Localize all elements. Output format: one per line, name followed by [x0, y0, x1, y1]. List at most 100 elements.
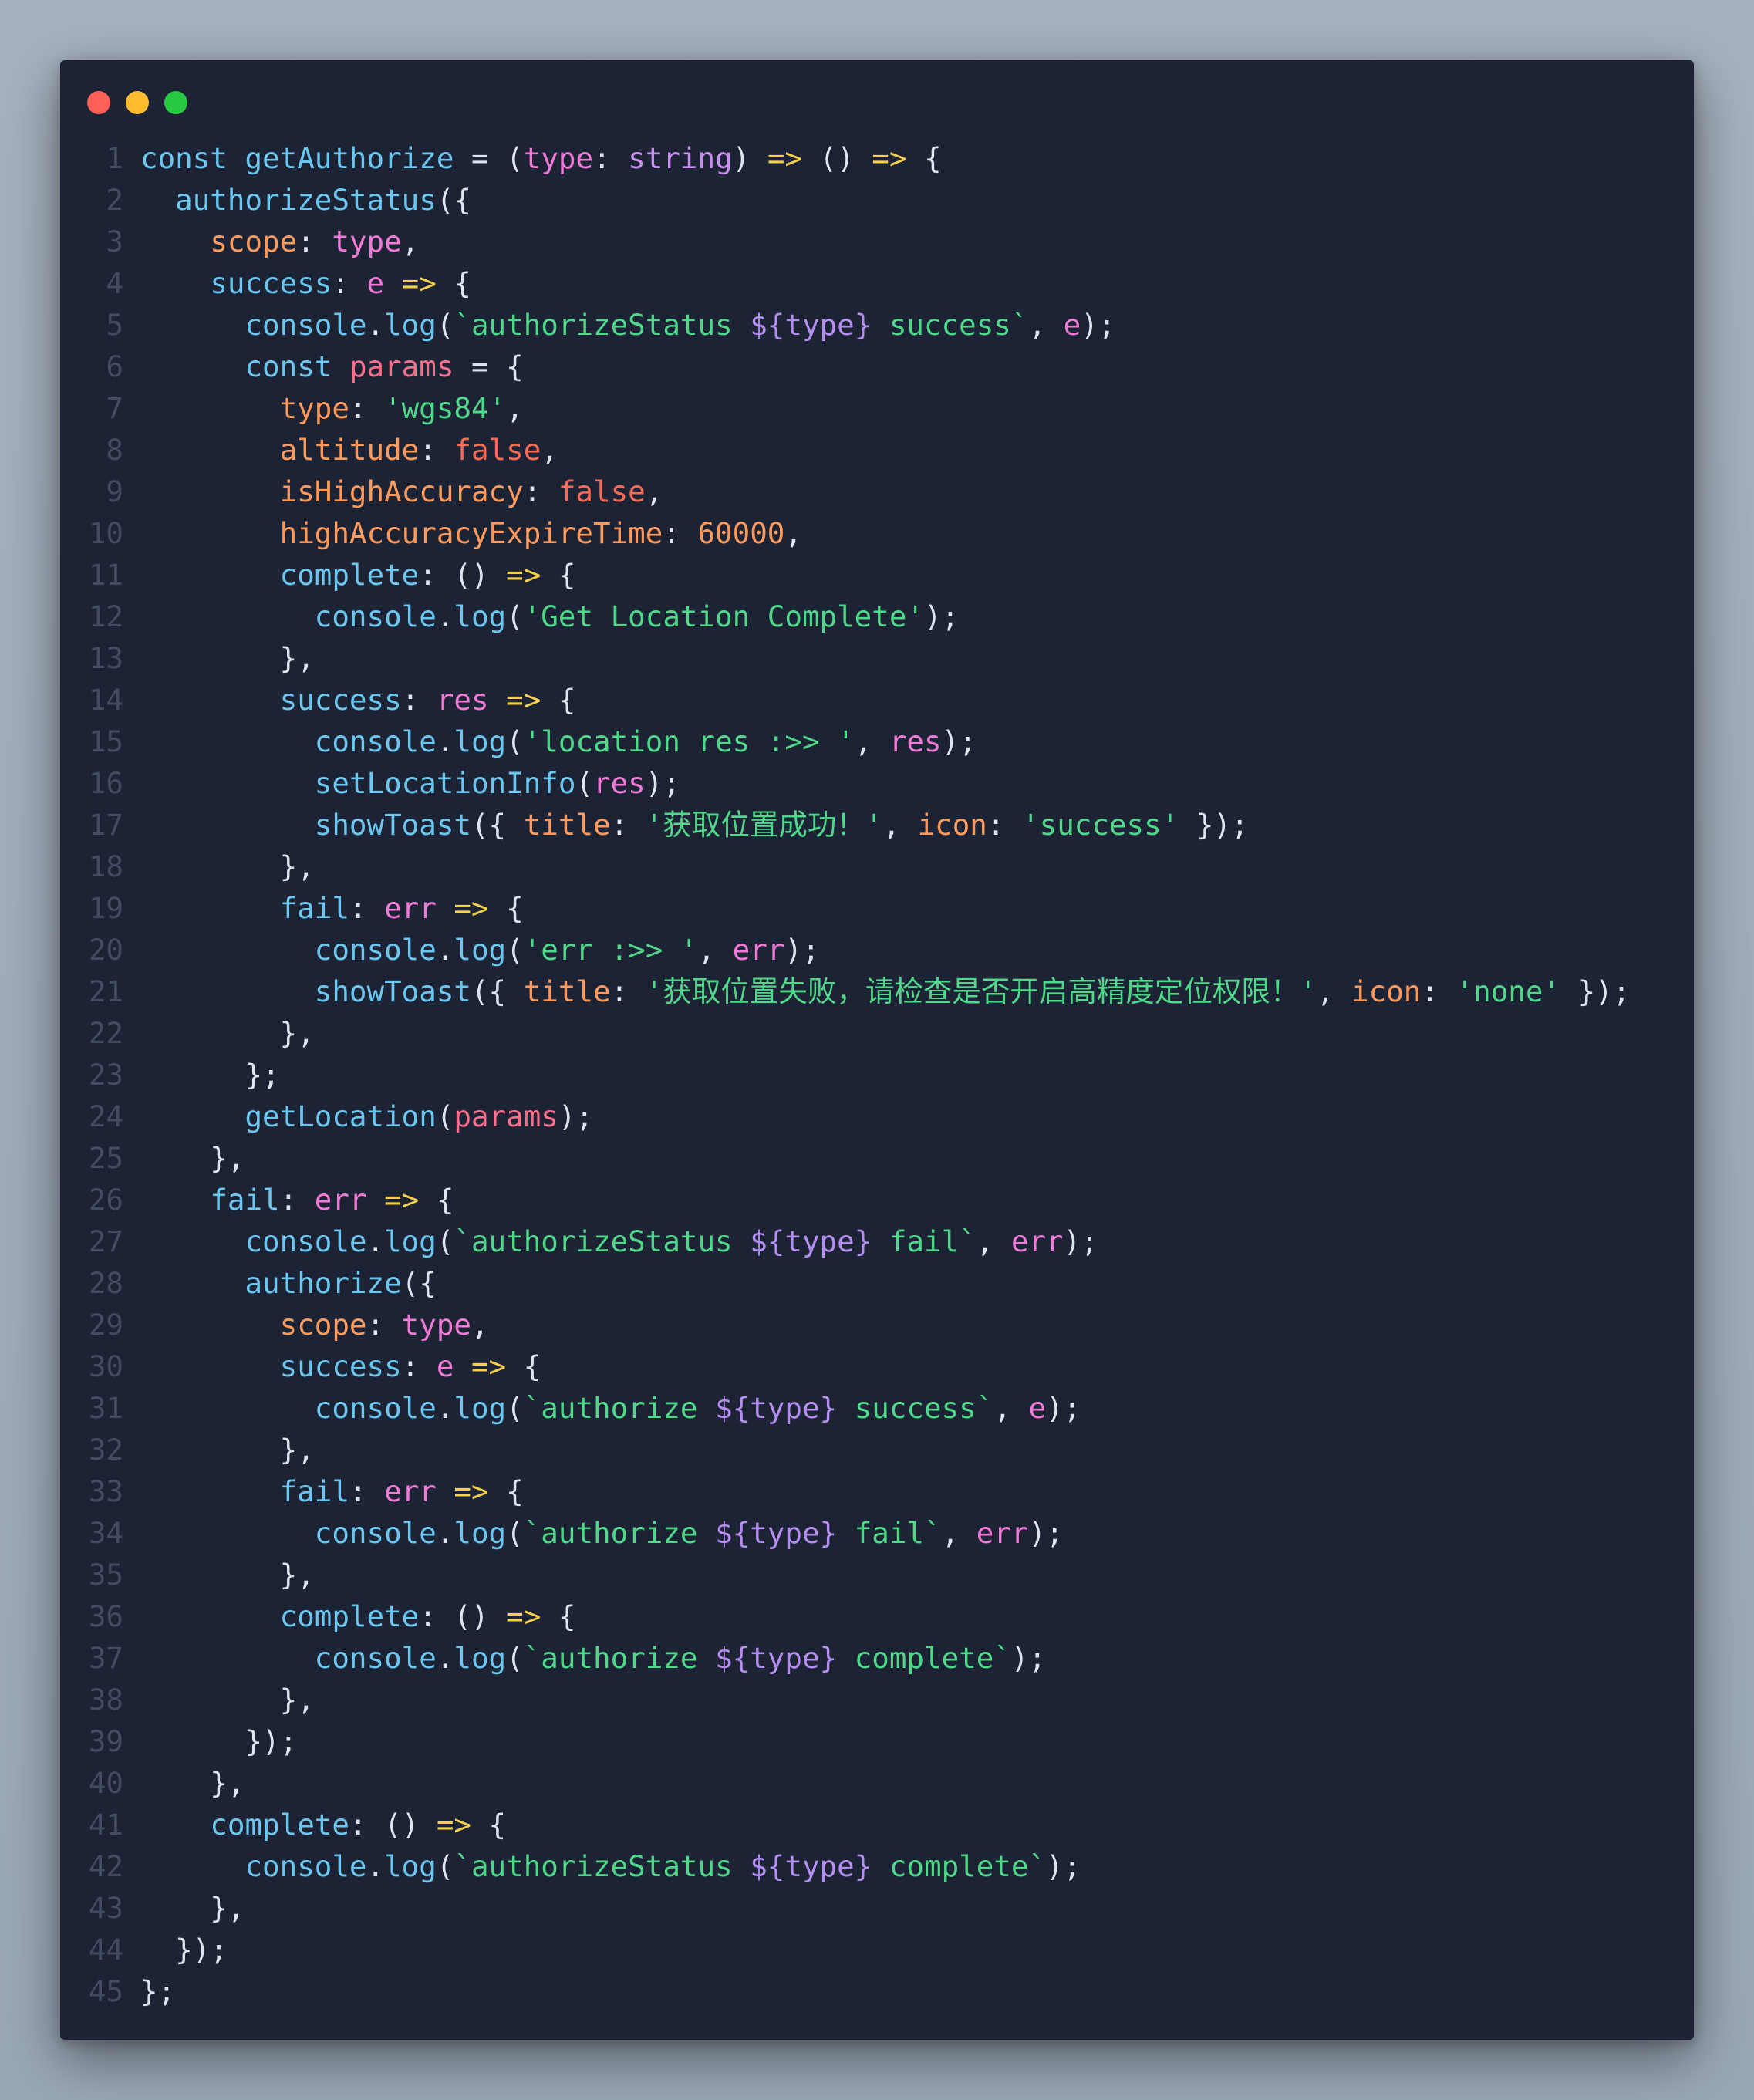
line-number: 22: [88, 1016, 123, 1050]
code-token: .: [436, 599, 454, 633]
code-text: showToast({ title: '获取位置失败，请检查是否开启高精度定位权…: [123, 971, 1631, 1012]
code-line: 8 altitude: false,: [60, 429, 1694, 471]
code-text: complete: () => {: [123, 554, 576, 596]
code-token: },: [140, 1141, 245, 1175]
code-text: },: [123, 1887, 245, 1929]
code-token: });: [1179, 808, 1249, 842]
code-token: ,: [506, 391, 524, 425]
code-token: ${type}: [715, 1641, 838, 1675]
code-token: {: [541, 558, 576, 592]
code-token: : (): [349, 1808, 437, 1842]
code-token: `authorize: [523, 1641, 716, 1675]
code-token: =>: [506, 558, 541, 592]
code-token: ${type}: [750, 308, 872, 342]
code-token: ({: [401, 1266, 437, 1300]
code-token: success: [210, 266, 332, 300]
line-number: 44: [88, 1933, 123, 1967]
code-token: fail: [210, 1183, 280, 1217]
code-token: :: [401, 1349, 437, 1383]
code-token: `authorizeStatus: [454, 1849, 751, 1883]
code-token: title: [523, 808, 611, 842]
code-text: success: e => {: [123, 1345, 541, 1387]
code-token: log: [454, 1516, 507, 1550]
line-number: 18: [88, 849, 123, 883]
line-number: 7: [106, 391, 123, 425]
code-token: console: [314, 1641, 437, 1675]
code-token: log: [454, 1391, 507, 1425]
code-token: .: [366, 308, 385, 342]
code-line: 6 const params = {: [60, 346, 1694, 387]
code-token: =>: [506, 683, 541, 717]
code-text: };: [123, 1970, 175, 2012]
code-line: 41 complete: () => {: [60, 1804, 1694, 1845]
code-token: = {: [454, 349, 524, 383]
code-token: console: [245, 1224, 367, 1258]
line-number: 9: [106, 474, 123, 508]
line-number: 41: [88, 1808, 123, 1842]
line-number: 15: [88, 724, 123, 758]
code-line: 36 complete: () => {: [60, 1595, 1694, 1637]
code-token: = (: [454, 141, 524, 175]
code-token: e: [1028, 1391, 1047, 1425]
code-token: `authorize: [523, 1516, 716, 1550]
code-token: fail: [279, 891, 349, 925]
code-text: console.log(`authorize ${type} complete`…: [123, 1637, 1046, 1679]
code-token: err: [384, 1474, 437, 1508]
code-text: console.log('location res :>> ', res);: [123, 721, 977, 762]
code-token: };: [140, 1974, 176, 2008]
code-token: params: [454, 1099, 558, 1133]
zoom-dot-icon[interactable]: [164, 91, 187, 114]
code-text: type: 'wgs84',: [123, 387, 524, 429]
close-dot-icon[interactable]: [87, 91, 110, 114]
code-token: :: [523, 474, 558, 508]
code-token: );: [941, 724, 977, 758]
code-token: );: [558, 1099, 594, 1133]
code-text: isHighAccuracy: false,: [123, 471, 663, 512]
code-token: console: [245, 308, 367, 342]
code-text: authorize({: [123, 1262, 437, 1304]
minimize-dot-icon[interactable]: [126, 91, 149, 114]
code-token: altitude: [279, 433, 420, 467]
code-token: );: [784, 933, 820, 967]
code-token: console: [314, 1391, 437, 1425]
code-token: .: [366, 1224, 385, 1258]
code-token: type: [523, 141, 594, 175]
code-line: 44 });: [60, 1929, 1694, 1970]
code-token: :: [401, 683, 437, 717]
code-token: (): [801, 141, 872, 175]
line-number: 1: [106, 141, 123, 175]
code-token: },: [140, 1433, 315, 1467]
code-token: console: [314, 724, 437, 758]
code-line: 34 console.log(`authorize ${type} fail`,…: [60, 1512, 1694, 1554]
line-number: 36: [88, 1599, 123, 1633]
code-token: .: [436, 1641, 454, 1675]
code-token: (: [436, 1849, 454, 1883]
code-line: 35 },: [60, 1554, 1694, 1595]
code-token: showToast: [314, 974, 471, 1008]
code-token: =>: [506, 1599, 541, 1633]
code-token: scope: [279, 1308, 367, 1342]
code-token: (: [506, 1516, 524, 1550]
code-token: ${type}: [715, 1516, 838, 1550]
code-token: e: [436, 1349, 454, 1383]
code-token: {: [436, 266, 471, 300]
code-token: );: [1046, 1391, 1081, 1425]
code-text: scope: type,: [123, 221, 419, 262]
line-number: 38: [88, 1683, 123, 1717]
code-token: :: [610, 808, 646, 842]
code-token: );: [924, 599, 960, 633]
code-line: 18 },: [60, 846, 1694, 887]
code-line: 22 },: [60, 1012, 1694, 1054]
line-number: 43: [88, 1891, 123, 1925]
